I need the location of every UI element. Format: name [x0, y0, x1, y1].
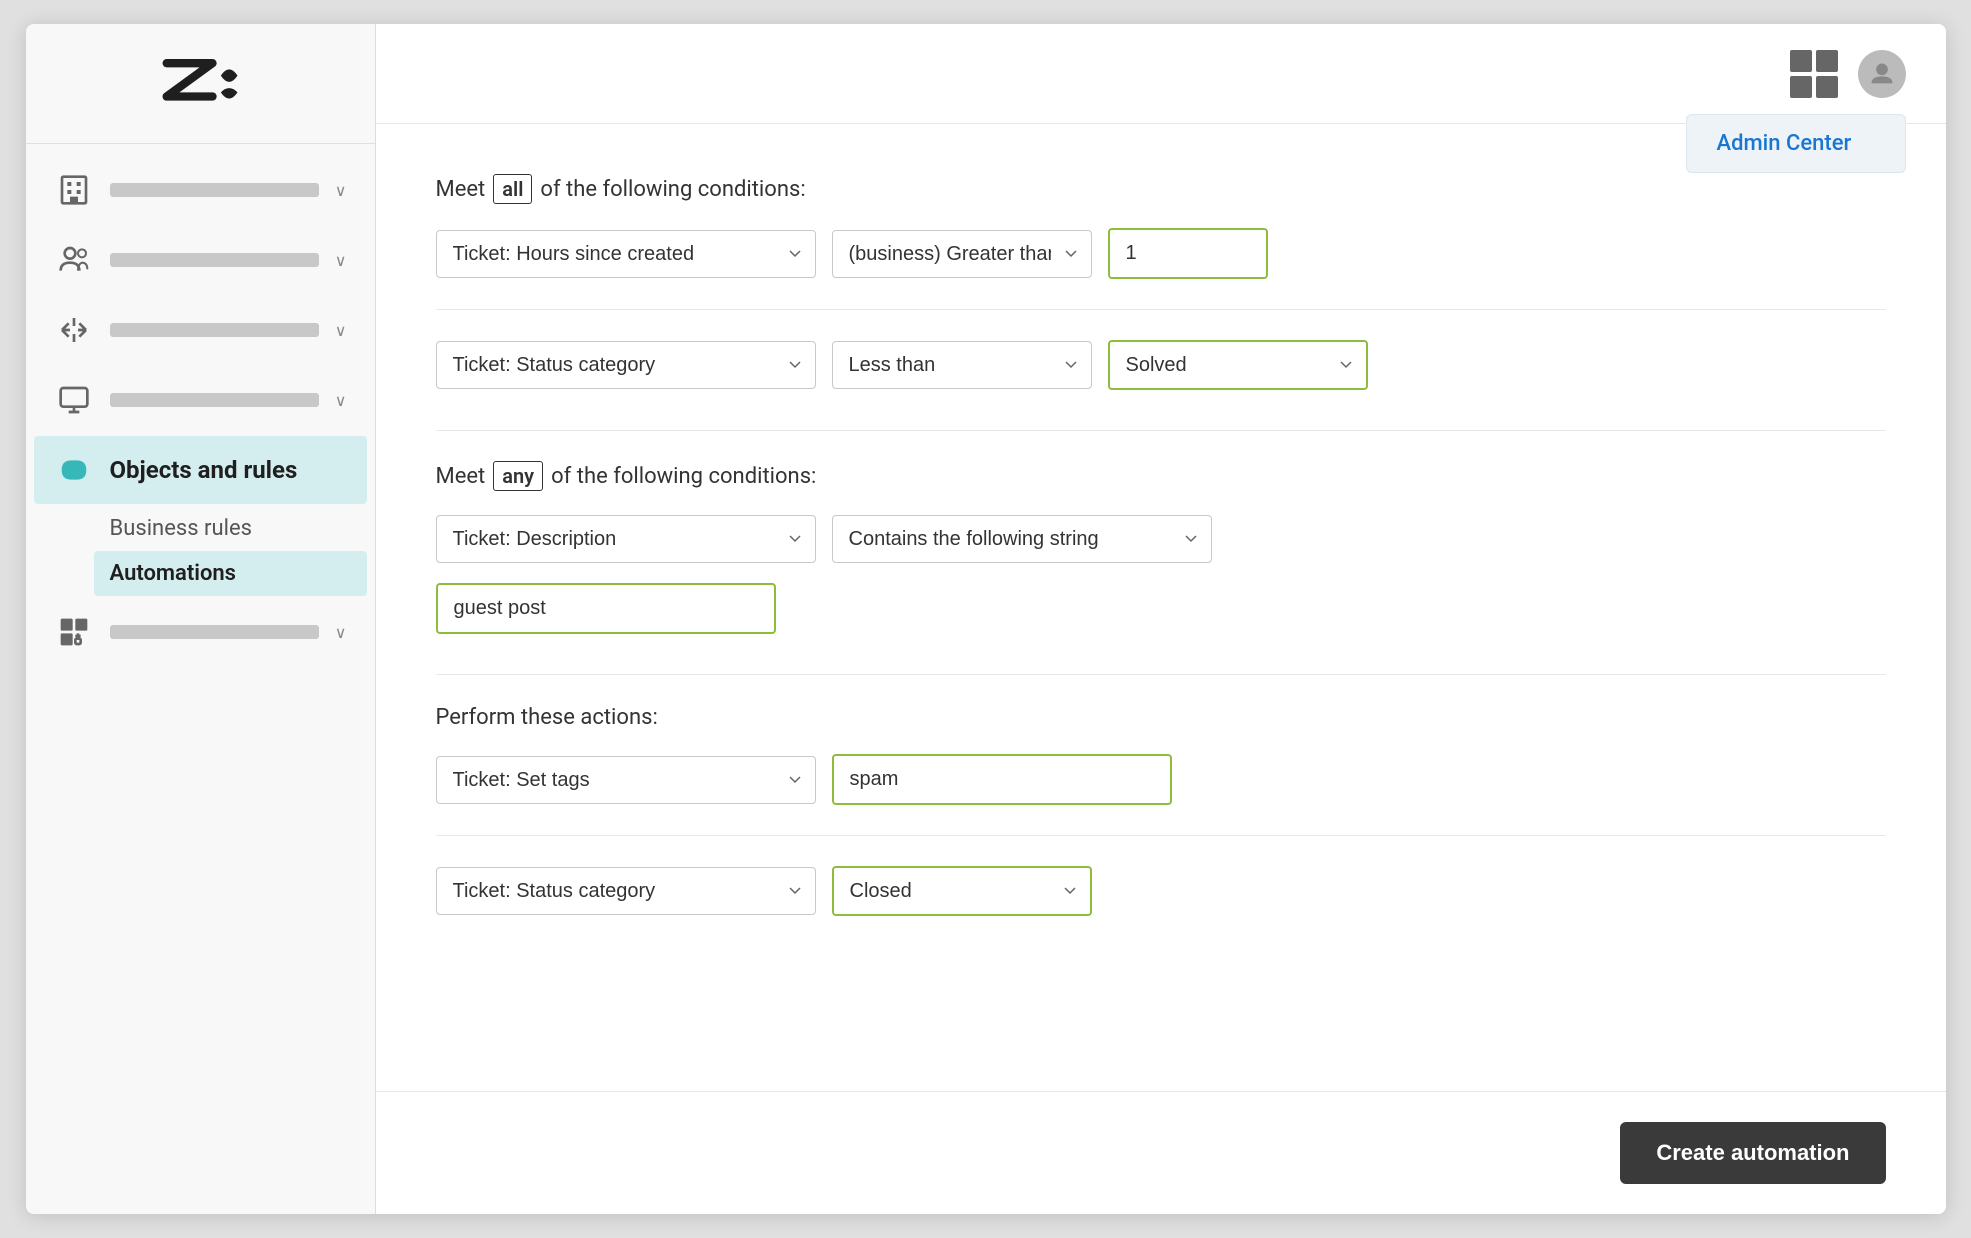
- sidebar-subitem-business-rules[interactable]: Business rules: [94, 506, 367, 551]
- condition-row-2: Ticket: Status category Less than Solved: [436, 340, 1886, 390]
- condition-row-3-selects: Ticket: Description Contains the followi…: [436, 515, 1886, 563]
- meet-any-header: Meet any of the following conditions:: [436, 461, 1886, 491]
- main-content: Admin Center Meet all of the following c…: [376, 24, 1946, 1214]
- sidebar-navigation: ∨ ∨: [26, 144, 375, 1214]
- meet-any-section: Meet any of the following conditions: Ti…: [436, 461, 1886, 634]
- nav-label-bar: [110, 323, 319, 337]
- divider: [436, 835, 1886, 836]
- condition3-field-select[interactable]: Ticket: Description: [436, 515, 816, 563]
- grid-cell-2: [1816, 50, 1838, 72]
- condition1-field-select[interactable]: Ticket: Hours since created: [436, 230, 816, 278]
- form-area: Meet all of the following conditions: Ti…: [376, 124, 1946, 1091]
- grid-cell-3: [1790, 76, 1812, 98]
- sidebar-item-objects-rules[interactable]: Objects and rules: [34, 436, 367, 504]
- meet-any-badge: any: [493, 461, 543, 491]
- meet-all-header: Meet all of the following conditions:: [436, 174, 1886, 204]
- chevron-down-icon: ∨: [335, 181, 347, 200]
- apps-grid-icon[interactable]: [1790, 50, 1838, 98]
- building-icon: [54, 170, 94, 210]
- grid-cell-4: [1816, 76, 1838, 98]
- sidebar-item-workspace[interactable]: ∨: [34, 156, 367, 224]
- divider: [436, 309, 1886, 310]
- condition-row-1: Ticket: Hours since created (business) G…: [436, 228, 1886, 279]
- sidebar-item-people[interactable]: ∨: [34, 226, 367, 294]
- section-divider-1: [436, 430, 1886, 431]
- sidebar-item-interface[interactable]: ∨: [34, 366, 367, 434]
- chevron-down-icon: ∨: [335, 321, 347, 340]
- meet-all-label: Meet: [436, 177, 486, 202]
- action1-field-select[interactable]: Ticket: Set tags: [436, 756, 816, 804]
- avatar-icon: [1868, 60, 1896, 88]
- action2-field-select[interactable]: Ticket: Status category: [436, 867, 816, 915]
- nav-label-bar: [110, 253, 319, 267]
- logo-area: [26, 24, 375, 144]
- sidebar: ∨ ∨: [26, 24, 376, 1214]
- sidebar-item-label: Objects and rules: [110, 456, 298, 484]
- nav-label-bar: [110, 183, 319, 197]
- nav-label-bar: [110, 393, 319, 407]
- condition2-value-select[interactable]: Solved: [1108, 340, 1368, 390]
- condition1-value-input[interactable]: [1108, 228, 1268, 279]
- actions-header: Perform these actions:: [436, 705, 1886, 730]
- section-divider-2: [436, 674, 1886, 675]
- meet-all-badge: all: [493, 174, 532, 204]
- grid-cell-1: [1790, 50, 1812, 72]
- user-avatar[interactable]: [1858, 50, 1906, 98]
- header: Admin Center: [376, 24, 1946, 124]
- zendesk-logo: [150, 49, 250, 119]
- meet-any-label: Meet: [436, 464, 486, 489]
- admin-center-link[interactable]: Admin Center: [1717, 131, 1852, 156]
- admin-center-dropdown: Admin Center: [1686, 114, 1906, 173]
- nav-label-bar: [110, 625, 319, 639]
- condition2-operator-select[interactable]: Less than: [832, 341, 1092, 389]
- action-row-2: Ticket: Status category Closed: [436, 866, 1886, 916]
- action2-value-select[interactable]: Closed: [832, 866, 1092, 916]
- objects-rules-icon: [54, 450, 94, 490]
- condition-row-3-input: [436, 583, 1886, 634]
- chevron-down-icon: ∨: [335, 251, 347, 270]
- meet-any-suffix: of the following conditions:: [551, 464, 816, 489]
- form-footer: Create automation: [376, 1091, 1946, 1214]
- condition3-operator-select[interactable]: Contains the following string: [832, 515, 1212, 563]
- sidebar-subitem-automations[interactable]: Automations: [94, 551, 367, 596]
- apps-icon: [54, 612, 94, 652]
- actions-section: Perform these actions: Ticket: Set tags …: [436, 705, 1886, 916]
- sidebar-item-apps[interactable]: ∨: [34, 598, 367, 666]
- meet-all-suffix: of the following conditions:: [540, 177, 805, 202]
- action-row-1: Ticket: Set tags: [436, 754, 1886, 805]
- meet-all-section: Meet all of the following conditions: Ti…: [436, 174, 1886, 390]
- condition1-operator-select[interactable]: (business) Greater than: [832, 230, 1092, 278]
- condition3-value-input[interactable]: [436, 583, 776, 634]
- chevron-down-icon: ∨: [335, 623, 347, 642]
- channels-icon: [54, 310, 94, 350]
- people-icon: [54, 240, 94, 280]
- create-automation-button[interactable]: Create automation: [1620, 1122, 1885, 1184]
- monitor-icon: [54, 380, 94, 420]
- sidebar-subitems: Business rules Automations: [34, 506, 367, 596]
- condition2-field-select[interactable]: Ticket: Status category: [436, 341, 816, 389]
- chevron-down-icon: ∨: [335, 391, 347, 410]
- action1-value-input[interactable]: [832, 754, 1172, 805]
- sidebar-item-channels[interactable]: ∨: [34, 296, 367, 364]
